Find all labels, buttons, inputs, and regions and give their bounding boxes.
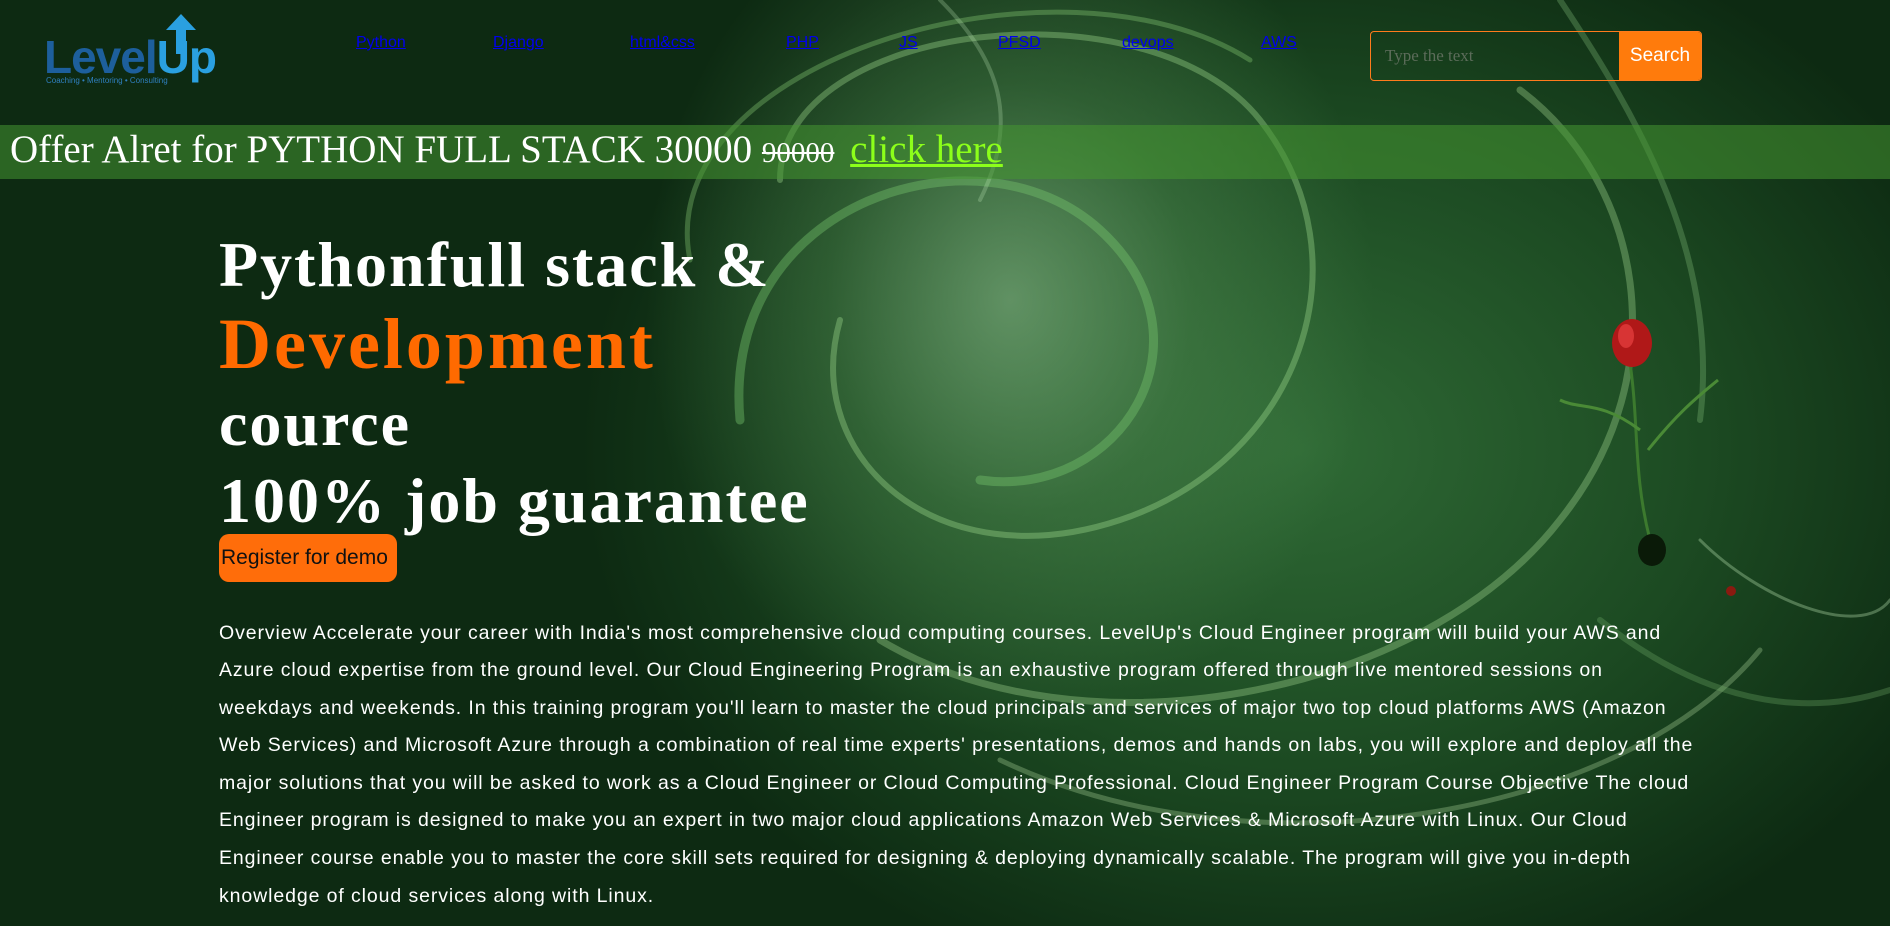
nav-item-python[interactable]: Python (356, 34, 406, 52)
levelup-logo[interactable]: LevelUp Coaching • Mentoring • Consultin… (44, 14, 234, 90)
search-button[interactable]: Search (1619, 32, 1701, 80)
logo-tagline: Coaching • Mentoring • Consulting (46, 76, 168, 85)
hero-line-3: cource (219, 388, 412, 459)
offer-old-price: 90000 (761, 137, 835, 169)
overview-paragraph: Overview Accelerate your career with Ind… (219, 621, 1694, 907)
nav-item-pfsd[interactable]: PFSD (998, 34, 1041, 52)
nav-item-django[interactable]: Django (493, 34, 544, 52)
search-input[interactable] (1371, 32, 1619, 80)
hero-line-1: Pythonfull stack & (219, 229, 771, 300)
register-for-demo-button[interactable]: Register for demo (219, 534, 397, 582)
up-arrow-icon (166, 14, 196, 54)
nav-item-php[interactable]: PHP (786, 34, 819, 52)
nav-item-js[interactable]: JS (899, 34, 918, 52)
offer-click-here-link[interactable]: click here (850, 128, 1003, 171)
hero-line-2-highlight: Development (219, 304, 656, 384)
offer-banner: Offer Alret for PYTHON FULL STACK 30000 … (0, 125, 1890, 179)
offer-text: Offer Alret for PYTHON FULL STACK 30000 (10, 128, 762, 171)
nav-item-html-css[interactable]: html&css (630, 34, 695, 52)
hero-line-4: 100% job guarantee (219, 465, 810, 536)
hero-heading: Pythonfull stack & Development cource 10… (219, 226, 810, 539)
search-form: Search (1370, 31, 1702, 81)
nav-item-devops[interactable]: devops (1122, 34, 1174, 52)
nav-item-aws[interactable]: AWS (1261, 34, 1297, 52)
